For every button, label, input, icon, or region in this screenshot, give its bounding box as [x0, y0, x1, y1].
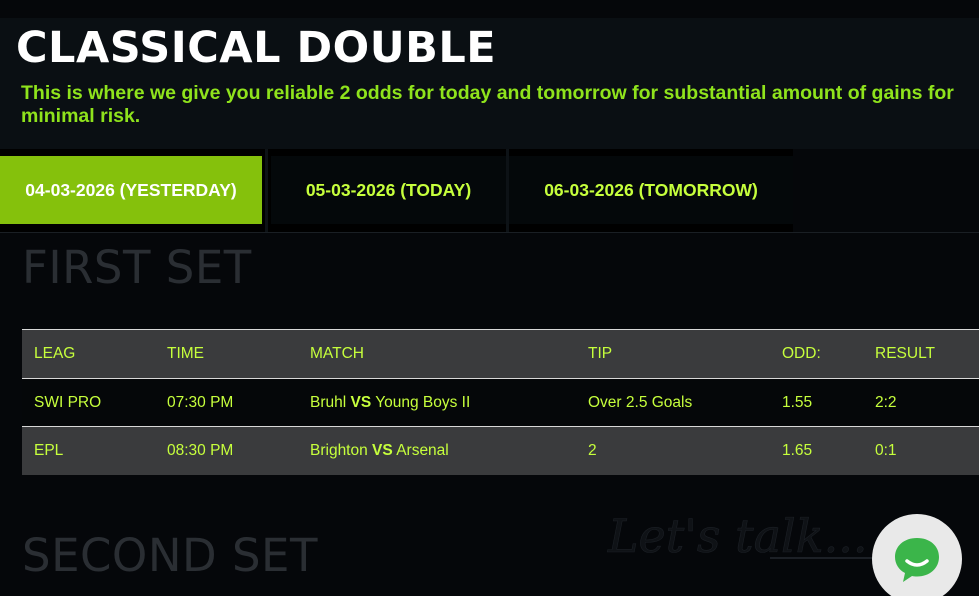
cell-match: Bruhl VS Young Boys II [298, 379, 576, 427]
page-subtitle: This is where we give you reliable 2 odd… [21, 82, 954, 127]
lets-talk-text: Let's talk... [607, 509, 868, 563]
top-strip [0, 0, 979, 18]
match-away: Young Boys II [375, 393, 471, 411]
table-row: SWI PRO 07:30 PM Bruhl VS Young Boys II … [22, 378, 979, 427]
cell-odd: 1.55 [782, 393, 813, 411]
chat-widget-button[interactable] [872, 514, 962, 596]
cell-leag: EPL [34, 441, 64, 459]
content-divider [0, 232, 979, 233]
tab-divider [265, 149, 268, 232]
match-vs: VS [350, 393, 372, 411]
cell-result: 0:1 [875, 441, 897, 459]
cell-time: 07:30 PM [167, 393, 234, 411]
header-tip: TIP [588, 345, 613, 362]
header-time: TIME [167, 345, 205, 362]
section-title-second-set: SECOND SET [22, 529, 318, 582]
cell-time: 08:30 PM [167, 441, 234, 459]
cell-result: 2:2 [875, 393, 897, 411]
table-header-row: LEAG TIME MATCH TIP ODD: RESULT [22, 329, 979, 379]
cell-leag: SWI PRO [34, 393, 102, 411]
section-title-first-set: FIRST SET [22, 241, 252, 294]
match-away: Arsenal [396, 441, 449, 459]
page: CLASSICAL DOUBLE This is where we give y… [0, 0, 979, 596]
header-leag: LEAG [34, 345, 76, 362]
match-vs: VS [372, 441, 393, 459]
cell-odd: 1.65 [782, 441, 813, 459]
chat-bubble-icon [895, 538, 939, 582]
header-result: RESULT [875, 345, 936, 362]
tips-table: LEAG TIME MATCH TIP ODD: RESULT SWI PRO … [22, 329, 979, 475]
date-tabs: 04-03-2026 (YESTERDAY) 05-03-2026 (TODAY… [0, 149, 793, 232]
page-title: CLASSICAL DOUBLE [16, 23, 497, 73]
tab-today[interactable]: 05-03-2026 (TODAY) [271, 156, 506, 224]
tab-yesterday[interactable]: 04-03-2026 (YESTERDAY) [0, 156, 262, 224]
tab-tomorrow[interactable]: 06-03-2026 (TOMORROW) [509, 156, 793, 224]
table-row: EPL 08:30 PM Brighton VS Arsenal 2 1.65 … [22, 426, 979, 475]
match-home: Bruhl [310, 393, 347, 411]
lets-talk-tagline: Let's talk... [607, 509, 880, 563]
cell-tip: Over 2.5 Goals [588, 393, 693, 411]
cell-tip: 2 [588, 441, 597, 459]
header-odd: ODD: [782, 345, 821, 362]
header-match: MATCH [310, 345, 364, 362]
match-home: Brighton [310, 441, 368, 459]
cell-match: Brighton VS Arsenal [298, 427, 576, 475]
